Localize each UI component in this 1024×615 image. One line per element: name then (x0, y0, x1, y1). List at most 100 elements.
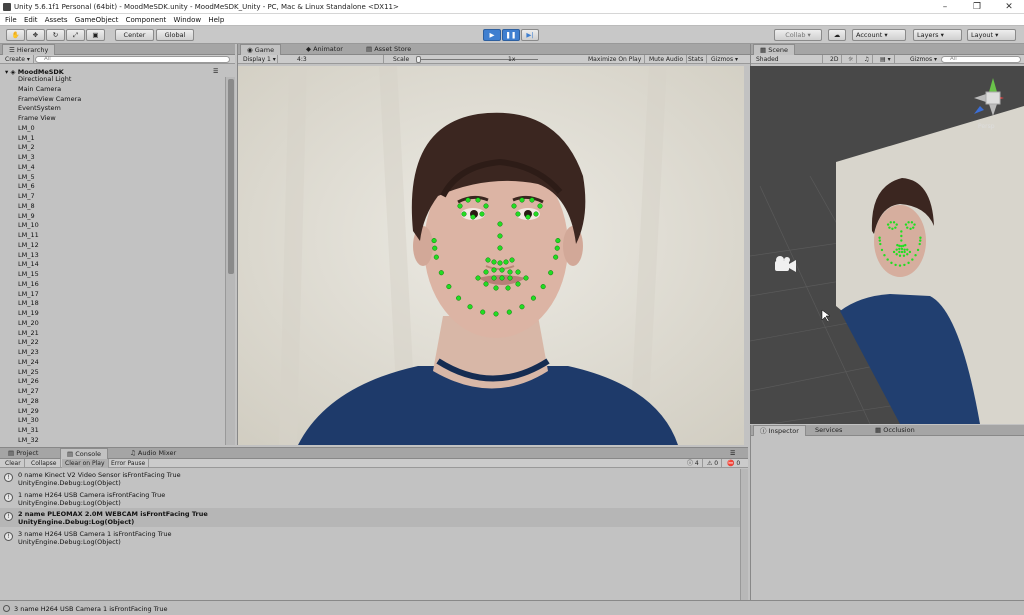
hierarchy-item[interactable]: Directional Light (18, 75, 71, 83)
console-entry[interactable]: ! 0 name Kinect V2 Video Sensor isFrontFa… (0, 469, 740, 488)
hierarchy-item[interactable]: LM_30 (18, 416, 39, 424)
hand-tool-icon[interactable]: ✋ (6, 29, 25, 41)
mute-audio-button[interactable]: Mute Audio (646, 55, 687, 64)
hierarchy-scrollbar[interactable] (225, 77, 235, 445)
hierarchy-item[interactable]: LM_14 (18, 260, 39, 268)
scene-gizmos-dropdown[interactable]: Gizmos ▾ (907, 55, 940, 64)
step-button[interactable]: ▶| (521, 29, 539, 41)
layout-dropdown[interactable]: Layout ▾ (967, 29, 1016, 41)
create-dropdown[interactable]: Create ▾ (2, 55, 34, 64)
scale-thumb[interactable] (416, 56, 421, 63)
rect-tool-icon[interactable]: ▣ (86, 29, 105, 41)
hierarchy-item[interactable]: LM_10 (18, 221, 39, 229)
hierarchy-scroll-thumb[interactable] (228, 79, 234, 274)
scene-search-input[interactable]: All (941, 56, 1021, 63)
menu-file[interactable]: File (5, 14, 17, 26)
audio-toggle-icon[interactable]: ♫ (861, 55, 874, 64)
console-entry[interactable]: ! 1 name H264 USB Camera isFrontFacing Tr… (0, 489, 740, 508)
account-dropdown[interactable]: Account ▾ (852, 29, 906, 41)
tab-game[interactable]: ◉ Game (240, 44, 282, 55)
menu-assets[interactable]: Assets (45, 14, 68, 26)
tab-hierarchy[interactable]: ☰ Hierarchy (2, 44, 56, 55)
tab-project[interactable]: ▤ Project (2, 448, 44, 459)
pivot-center-button[interactable]: Center (115, 29, 154, 41)
tab-asset-store[interactable]: ▤ Asset Store (360, 44, 417, 55)
rotate-tool-icon[interactable]: ↻ (46, 29, 65, 41)
scale-slider[interactable]: Scale 1x (390, 55, 585, 64)
hierarchy-item[interactable]: LM_11 (18, 231, 39, 239)
hierarchy-item[interactable]: LM_22 (18, 338, 39, 346)
tab-scene[interactable]: ▦ Scene (753, 44, 796, 55)
hierarchy-item[interactable]: LM_4 (18, 163, 35, 171)
pivot-global-button[interactable]: Global (156, 29, 194, 41)
hierarchy-item[interactable]: LM_18 (18, 299, 39, 307)
console-entry[interactable]: ! 3 name H264 USB Camera 1 isFrontFacing … (0, 528, 740, 547)
hierarchy-item[interactable]: LM_5 (18, 173, 35, 181)
console-entry[interactable]: ! 2 name PLEOMAX 2.0M WEBCAM isFrontFacin… (0, 508, 740, 527)
tab-console[interactable]: ▤ Console (60, 448, 109, 459)
hierarchy-item[interactable]: LM_17 (18, 290, 39, 298)
hierarchy-item[interactable]: LM_26 (18, 377, 39, 385)
hierarchy-item[interactable]: FrameView Camera (18, 95, 81, 103)
hierarchy-item[interactable]: LM_29 (18, 407, 39, 415)
error-count-toggle[interactable]: ⛔ 0 (724, 459, 743, 468)
scale-tool-icon[interactable]: ⤢ (66, 29, 85, 41)
hierarchy-item[interactable]: EventSystem (18, 104, 61, 112)
menu-component[interactable]: Component (126, 14, 167, 26)
hierarchy-item[interactable]: Frame View (18, 114, 56, 122)
clear-button[interactable]: Clear (2, 459, 25, 468)
lighting-toggle-icon[interactable]: ☼ (845, 55, 858, 64)
hierarchy-item[interactable]: LM_20 (18, 319, 39, 327)
clear-on-play-toggle[interactable]: Clear on Play (62, 459, 109, 468)
hierarchy-item[interactable]: Main Camera (18, 85, 61, 93)
hierarchy-item[interactable]: LM_8 (18, 202, 35, 210)
effects-dropdown-icon[interactable]: ▤ ▾ (877, 55, 895, 64)
hierarchy-item[interactable]: LM_19 (18, 309, 39, 317)
hierarchy-item[interactable]: LM_28 (18, 397, 39, 405)
maximize-on-play-button[interactable]: Maximize On Play (585, 55, 646, 64)
hierarchy-item[interactable]: LM_25 (18, 368, 39, 376)
play-button[interactable]: ▶ (483, 29, 501, 41)
2d-toggle[interactable]: 2D (827, 55, 843, 64)
pause-button[interactable]: ❚❚ (502, 29, 520, 41)
shading-mode-dropdown[interactable]: Shaded (753, 55, 823, 64)
tab-inspector[interactable]: ⓘ Inspector (753, 425, 806, 436)
move-tool-icon[interactable]: ✥ (26, 29, 45, 41)
menu-edit[interactable]: Edit (24, 14, 38, 26)
hierarchy-item[interactable]: LM_15 (18, 270, 39, 278)
menu-window[interactable]: Window (174, 14, 202, 26)
menu-gameobject[interactable]: GameObject (75, 14, 119, 26)
collab-button[interactable]: Collab ▾ (774, 29, 822, 41)
hierarchy-item[interactable]: LM_2 (18, 143, 35, 151)
info-count-toggle[interactable]: ⓘ 4 (684, 459, 703, 468)
hierarchy-item[interactable]: LM_0 (18, 124, 35, 132)
tab-audio-mixer[interactable]: ♫ Audio Mixer (124, 448, 182, 459)
hierarchy-item[interactable]: LM_32 (18, 436, 39, 444)
console-scrollbar[interactable] (740, 469, 748, 601)
hierarchy-item[interactable]: LM_31 (18, 426, 39, 434)
hierarchy-item[interactable]: LM_23 (18, 348, 39, 356)
layers-dropdown[interactable]: Layers ▾ (913, 29, 962, 41)
hierarchy-item[interactable]: LM_12 (18, 241, 39, 249)
status-message[interactable]: 3 name H264 USB Camera 1 isFrontFacing T… (14, 605, 168, 613)
cloud-icon[interactable]: ☁ (828, 29, 846, 41)
gizmos-dropdown[interactable]: Gizmos ▾ (708, 55, 741, 64)
tab-occlusion[interactable]: ▦ Occlusion (869, 425, 921, 436)
hierarchy-item[interactable]: LM_9 (18, 212, 35, 220)
hierarchy-item[interactable]: LM_1 (18, 134, 35, 142)
collapse-button[interactable]: Collapse (28, 459, 61, 468)
hierarchy-item[interactable]: LM_7 (18, 192, 35, 200)
minimize-icon[interactable]: – (930, 0, 960, 14)
hierarchy-item[interactable]: LM_16 (18, 280, 39, 288)
hierarchy-item[interactable]: LM_24 (18, 358, 39, 366)
warning-count-toggle[interactable]: ⚠ 0 (704, 459, 723, 468)
game-view[interactable] (238, 66, 744, 445)
hierarchy-item[interactable]: LM_13 (18, 251, 39, 259)
close-icon[interactable]: ✕ (994, 0, 1024, 14)
hierarchy-item[interactable]: LM_27 (18, 387, 39, 395)
tab-services[interactable]: Services (809, 425, 848, 436)
hierarchy-item[interactable]: LM_6 (18, 182, 35, 190)
scene-view[interactable]: Persp (750, 66, 1024, 424)
aspect-dropdown[interactable]: 4:3 (294, 55, 384, 64)
menu-help[interactable]: Help (208, 14, 224, 26)
